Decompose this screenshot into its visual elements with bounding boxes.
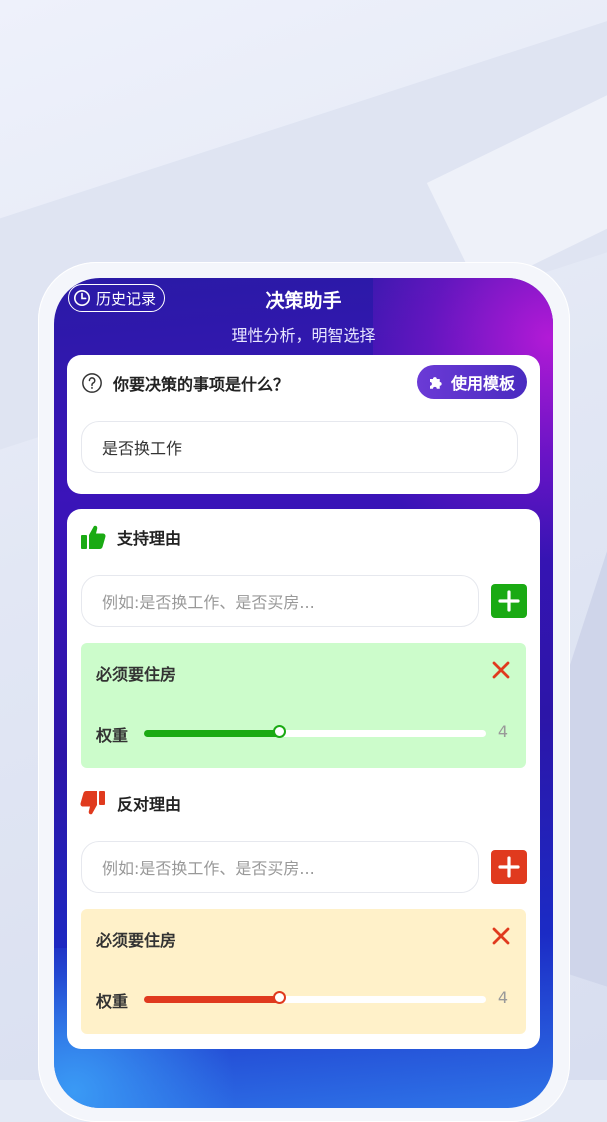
slider-thumb[interactable] bbox=[272, 991, 286, 1004]
cons-header: 反对理由 bbox=[79, 789, 181, 817]
decision-input[interactable]: 是否换工作 bbox=[81, 421, 518, 473]
cons-title: 反对理由 bbox=[117, 795, 182, 814]
use-template-button[interactable]: 使用模板 bbox=[416, 365, 527, 399]
question-circle-icon bbox=[82, 373, 102, 393]
add-con-button[interactable] bbox=[491, 850, 527, 884]
con-reason-item: 必须要住房 权重 4 bbox=[81, 909, 526, 1034]
weight-label: 权重 bbox=[96, 992, 129, 1011]
slider-thumb[interactable] bbox=[272, 725, 286, 738]
thumbs-down-icon bbox=[80, 791, 105, 815]
plus-icon bbox=[498, 856, 520, 878]
question-card: 你要决策的事项是什么？ 使用模板 是否换工作 bbox=[67, 355, 540, 494]
slider-fill bbox=[144, 730, 281, 737]
weight-value: 4 bbox=[497, 722, 508, 741]
page-subtitle: 理性分析，明智选择 bbox=[231, 326, 376, 345]
slider-fill bbox=[144, 996, 281, 1003]
weight-slider[interactable] bbox=[144, 991, 486, 1004]
con-reason-input[interactable]: 例如:是否换工作、是否买房... bbox=[81, 841, 479, 893]
weight-slider[interactable] bbox=[144, 725, 486, 738]
pros-title: 支持理由 bbox=[117, 529, 182, 548]
pro-reason-item: 必须要住房 权重 4 bbox=[81, 643, 526, 768]
add-pro-button[interactable] bbox=[491, 584, 527, 618]
app-screen: 历史记录 决策助手 理性分析，明智选择 你要决策的事项是什么？ 使用模板 是否换… bbox=[54, 278, 553, 1108]
close-icon[interactable] bbox=[490, 925, 512, 947]
reason-label: 必须要住房 bbox=[96, 665, 177, 684]
weight-label: 权重 bbox=[96, 726, 129, 745]
plus-icon bbox=[498, 590, 520, 612]
question-header: 你要决策的事项是什么？ bbox=[81, 371, 289, 395]
use-template-label: 使用模板 bbox=[450, 374, 515, 393]
close-icon[interactable] bbox=[490, 659, 512, 681]
thumbs-up-icon bbox=[81, 525, 106, 549]
puzzle-icon bbox=[429, 377, 442, 389]
pro-reason-input[interactable]: 例如:是否换工作、是否买房... bbox=[81, 575, 479, 627]
question-label: 你要决策的事项是什么？ bbox=[113, 375, 290, 394]
reasons-card: 支持理由 例如:是否换工作、是否买房... 必须要住房 权重 4 反对理由 例如… bbox=[67, 509, 540, 1049]
page-title: 决策助手 bbox=[265, 290, 342, 312]
weight-value: 4 bbox=[497, 988, 508, 1007]
reason-label: 必须要住房 bbox=[96, 931, 177, 950]
pros-header: 支持理由 bbox=[79, 523, 181, 551]
